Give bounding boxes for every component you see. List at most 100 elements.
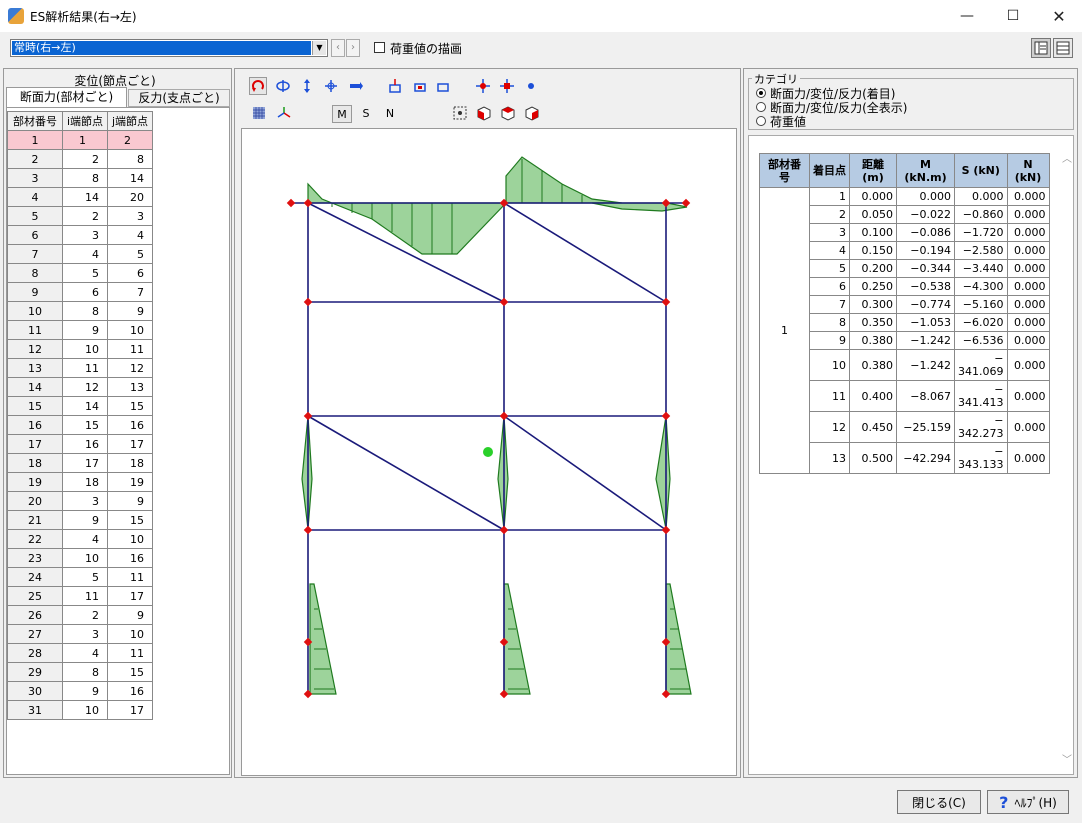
cube-view-2-icon[interactable] <box>499 104 517 122</box>
help-button[interactable]: ? ﾍﾙﾌﾟ(H) <box>987 790 1069 814</box>
layout-table-icon[interactable] <box>1053 38 1073 58</box>
table-row[interactable]: 21 9 15 <box>7 510 153 530</box>
table-row[interactable]: 16 15 16 <box>7 415 153 435</box>
distance-cell: 0.380 <box>849 349 897 381</box>
col-header-point: 着目点 <box>809 153 850 188</box>
hatch-lines <box>314 159 690 690</box>
table-row[interactable]: 634 <box>7 225 153 245</box>
cube-view-3-icon[interactable] <box>523 104 541 122</box>
structure-diagram-canvas[interactable] <box>241 128 737 776</box>
table-row[interactable]: 3 8 14 <box>7 168 153 188</box>
member-number-cell: 16 <box>7 415 63 435</box>
table-row[interactable]: 15 14 15 <box>7 396 153 416</box>
table-row[interactable]: 24 5 11 <box>7 567 153 587</box>
view-top-icon[interactable] <box>434 77 452 95</box>
scroll-down-icon[interactable]: ﹀ <box>1060 751 1074 766</box>
mode-axial-button[interactable]: N <box>380 105 400 123</box>
tab-section-forces[interactable]: 断面力(部材ごと) <box>6 87 127 107</box>
results-scrollbar[interactable]: ︿ ﹀ <box>1060 150 1074 766</box>
table-row[interactable]: 228 <box>7 149 153 169</box>
mode-moment-button[interactable]: M <box>332 105 352 123</box>
table-row[interactable]: 856 <box>7 263 153 283</box>
table-row[interactable]: 22 4 10 <box>7 529 153 549</box>
maximize-button[interactable]: ☐ <box>990 0 1036 32</box>
table-row[interactable]: 29 8 15 <box>7 662 153 682</box>
tab-reactions[interactable]: 反力(支点ごと) <box>128 89 230 107</box>
shear-cell: 0.000 <box>954 187 1008 206</box>
table-row[interactable]: 17 16 17 <box>7 434 153 454</box>
load-value-checkbox[interactable] <box>374 42 385 53</box>
table-row[interactable]: 25 11 17 <box>7 586 153 606</box>
radio-load-value[interactable] <box>756 116 766 126</box>
mode-shear-button[interactable]: S <box>356 105 376 123</box>
i-node-cell: 9 <box>62 320 108 340</box>
table-row[interactable]: 31 10 17 <box>7 700 153 720</box>
minimize-button[interactable]: — <box>944 0 990 32</box>
chevron-down-icon[interactable]: ▼ <box>312 41 326 55</box>
axis-icon[interactable] <box>275 104 293 122</box>
table-row[interactable]: 23 10 16 <box>7 548 153 568</box>
i-node-cell: 3 <box>62 624 108 644</box>
table-row[interactable]: 745 <box>7 244 153 264</box>
table-row[interactable]: 28 4 11 <box>7 643 153 663</box>
close-button[interactable]: 閉じる(C) <box>897 790 981 814</box>
move-icon[interactable] <box>346 77 364 95</box>
previous-case-button[interactable]: ‹ <box>331 39 345 57</box>
j-node-cell: 15 <box>107 662 153 682</box>
app-icon <box>8 8 24 24</box>
i-node-cell: 8 <box>62 301 108 321</box>
table-row[interactable]: 30 9 16 <box>7 681 153 701</box>
rotate-icon[interactable] <box>249 77 267 95</box>
radio-all[interactable] <box>756 102 766 112</box>
moment-cell: 0.000 <box>896 187 955 206</box>
table-row[interactable]: 112 <box>7 130 153 150</box>
i-node-cell: 11 <box>62 586 108 606</box>
j-node-cell: 4 <box>107 225 153 245</box>
table-row[interactable]: 4 14 20 <box>7 187 153 207</box>
member-number-cell: 14 <box>7 377 63 397</box>
table-row[interactable]: 26 2 9 <box>7 605 153 625</box>
next-case-button[interactable]: › <box>346 39 360 57</box>
point-cell: 5 <box>809 259 850 278</box>
grid-icon[interactable] <box>250 104 268 122</box>
zoom-in-icon[interactable] <box>474 77 492 95</box>
point-cell: 6 <box>809 277 850 296</box>
distance-cell: 0.380 <box>849 331 897 350</box>
table-row[interactable]: 14 12 13 <box>7 377 153 397</box>
axial-cell: 0.000 <box>1006 442 1050 474</box>
moment-cell: −0.086 <box>896 223 955 242</box>
table-row[interactable]: 11 9 10 <box>7 320 153 340</box>
scroll-up-icon[interactable]: ︿ <box>1060 150 1074 165</box>
j-node-cell: 16 <box>107 415 153 435</box>
table-row[interactable]: 20 3 9 <box>7 491 153 511</box>
i-node-cell: 9 <box>62 681 108 701</box>
member-number-cell: 21 <box>7 510 63 530</box>
close-window-button[interactable]: ✕ <box>1036 0 1082 32</box>
member-number-cell: 28 <box>7 643 63 663</box>
layout-split-icon[interactable] <box>1031 38 1051 58</box>
load-case-select[interactable]: 常時(右→左) ▼ <box>10 39 328 57</box>
table-row[interactable]: 19 18 19 <box>7 472 153 492</box>
radio-focus[interactable] <box>756 88 766 98</box>
rotate-z-icon[interactable] <box>274 77 292 95</box>
node-point-icon[interactable] <box>522 77 540 95</box>
table-row[interactable]: 27 3 10 <box>7 624 153 644</box>
table-row[interactable]: 13 11 12 <box>7 358 153 378</box>
i-node-cell: 16 <box>62 434 108 454</box>
j-node-cell: 12 <box>107 358 153 378</box>
table-row[interactable]: 18 17 18 <box>7 453 153 473</box>
rotate-x-icon[interactable] <box>298 77 316 95</box>
cube-view-1-icon[interactable] <box>475 104 493 122</box>
view-front-icon[interactable] <box>386 77 404 95</box>
view-side-icon[interactable] <box>411 77 429 95</box>
title-bar <box>0 0 1082 32</box>
table-row[interactable]: 967 <box>7 282 153 302</box>
table-row[interactable]: 12 10 11 <box>7 339 153 359</box>
j-node-cell: 17 <box>107 586 153 606</box>
table-row[interactable]: 10 8 9 <box>7 301 153 321</box>
pan-icon[interactable] <box>322 77 340 95</box>
moment-cell: −0.022 <box>896 205 955 224</box>
table-row[interactable]: 523 <box>7 206 153 226</box>
fit-view-icon[interactable] <box>451 104 469 122</box>
zoom-out-icon[interactable] <box>498 77 516 95</box>
